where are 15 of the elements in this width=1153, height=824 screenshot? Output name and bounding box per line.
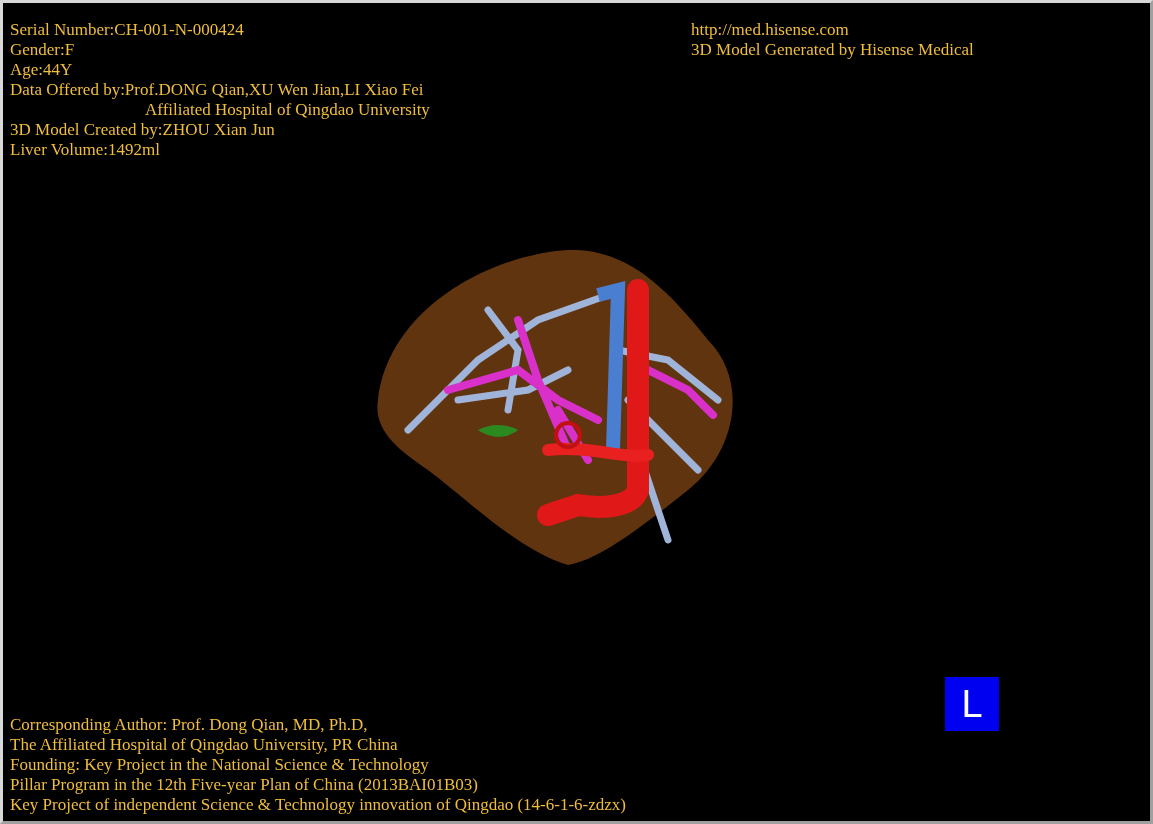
info-text: Age:44Y: [10, 60, 74, 80]
website-link[interactable]: http://med.hisense.com: [691, 20, 1146, 40]
orientation-badge: L: [945, 677, 999, 731]
info-text: 3D Model Created by:ZHOU Xian Jun: [10, 120, 276, 140]
credit-text: Corresponding Author: Prof. Dong Qian, MD, Ph.D,: [10, 715, 369, 735]
credit-text: The Affiliated Hospital of Qingdao University, PR China: [10, 735, 399, 755]
info-text: Liver Volume:1492ml: [10, 140, 161, 160]
info-text: Serial Number:CH-001-N-000424: [10, 20, 245, 40]
info-text: Affiliated Hospital of Qingdao University: [145, 100, 430, 119]
info-text: Gender:F: [10, 40, 76, 60]
credit-text: Founding: Key Project in the National Science & Technology: [10, 755, 430, 775]
info-text: Data Offered by:Prof.DONG Qian,XU Wen Jian,LI Xiao Fei: [10, 80, 425, 100]
credit-text: Pillar Program in the 12th Five-year Plan of China (2013BAI01B03): [10, 775, 479, 795]
credit-text: Key Project of independent Science & Technology innovation of Qingdao (14-6-1-6-zdzx): [10, 795, 626, 815]
info-text: 3D Model Generated by Hisense Medical: [691, 40, 975, 60]
